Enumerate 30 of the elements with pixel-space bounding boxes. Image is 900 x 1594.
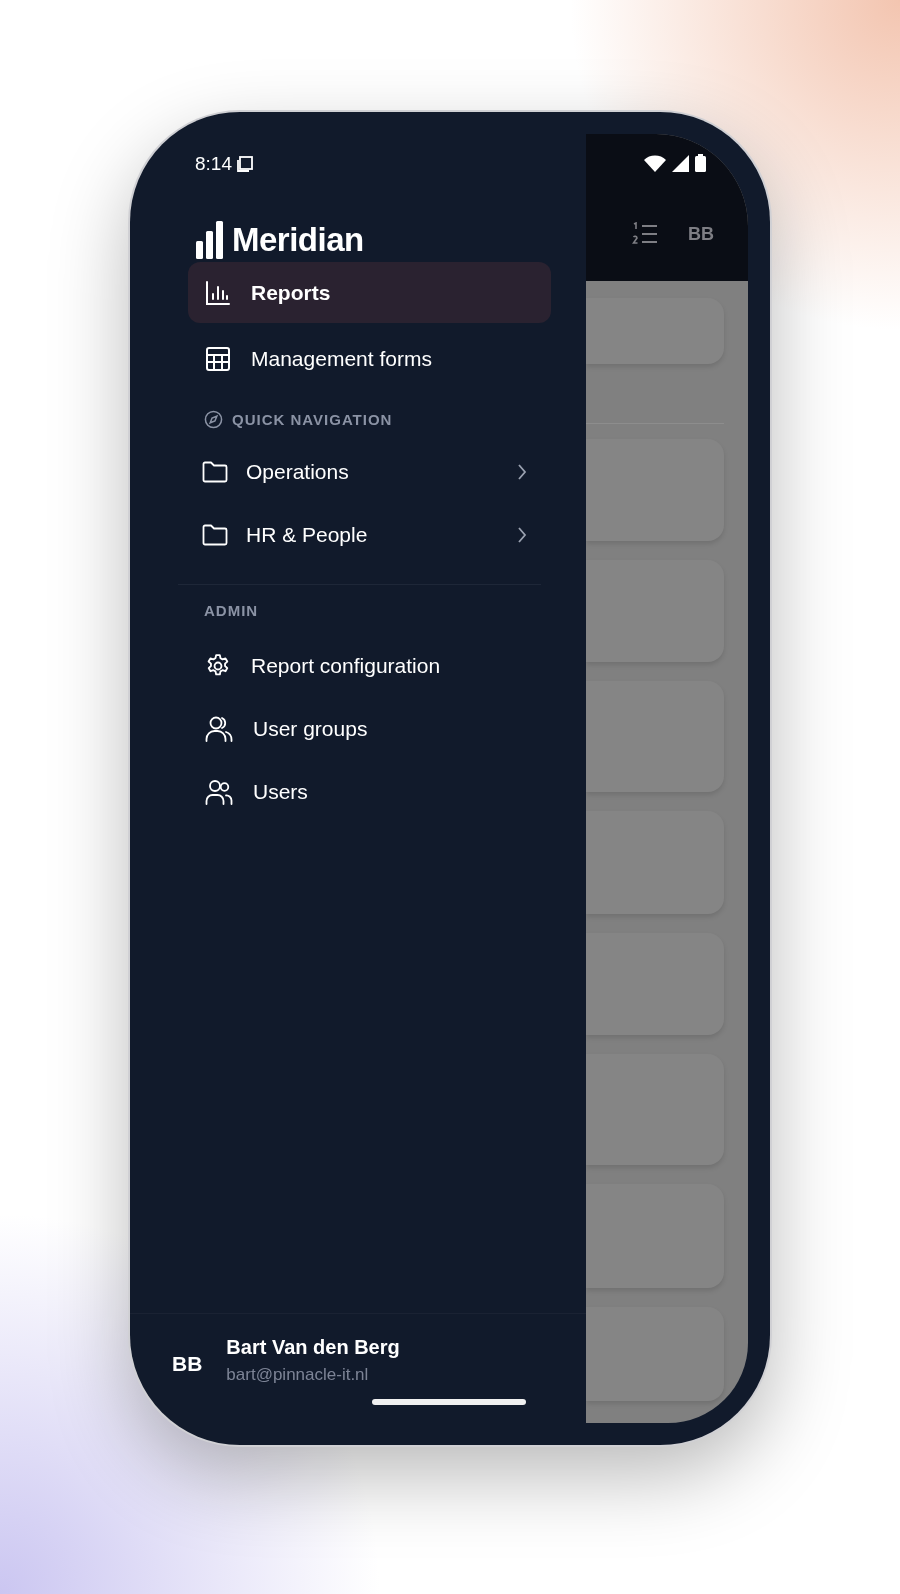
folder-item[interactable]: HR & People	[188, 506, 551, 564]
nav-item[interactable]: Users	[188, 761, 551, 822]
wifi-icon	[644, 154, 666, 172]
nav-item[interactable]: User groups	[188, 698, 551, 759]
user-email: bart@pinnacle-it.nl	[226, 1365, 370, 1385]
table-icon	[205, 345, 231, 372]
user-initials: BB	[172, 1352, 203, 1376]
folder-icon	[202, 461, 228, 483]
battery-icon	[695, 154, 706, 172]
compass-icon	[204, 409, 223, 429]
folder-icon	[202, 524, 228, 546]
brand-name: Meridian	[232, 221, 364, 259]
chevron-right-icon	[517, 464, 527, 480]
numbered-list-icon[interactable]	[632, 222, 658, 246]
users-icon	[205, 778, 233, 805]
nav-item[interactable]: Reports	[188, 262, 551, 323]
user-avatar[interactable]: BB	[688, 223, 714, 245]
nav-item[interactable]: Report configuration	[188, 635, 551, 696]
bar-chart-icon	[205, 279, 231, 306]
section-heading: QUICK NAVIGATION	[232, 410, 393, 428]
user-group-icon	[205, 715, 233, 742]
nav-item[interactable]: Management forms	[188, 328, 551, 389]
bar-chart-logo-icon	[196, 221, 224, 259]
section-heading: ADMIN	[204, 601, 259, 619]
signal-icon	[672, 154, 689, 172]
chevron-right-icon	[517, 527, 527, 543]
folder-item[interactable]: Operations	[188, 443, 551, 501]
screen-icon	[236, 155, 254, 173]
user-name: Bart Van den Berg	[226, 1336, 400, 1359]
status-time: 8:14	[195, 153, 232, 175]
